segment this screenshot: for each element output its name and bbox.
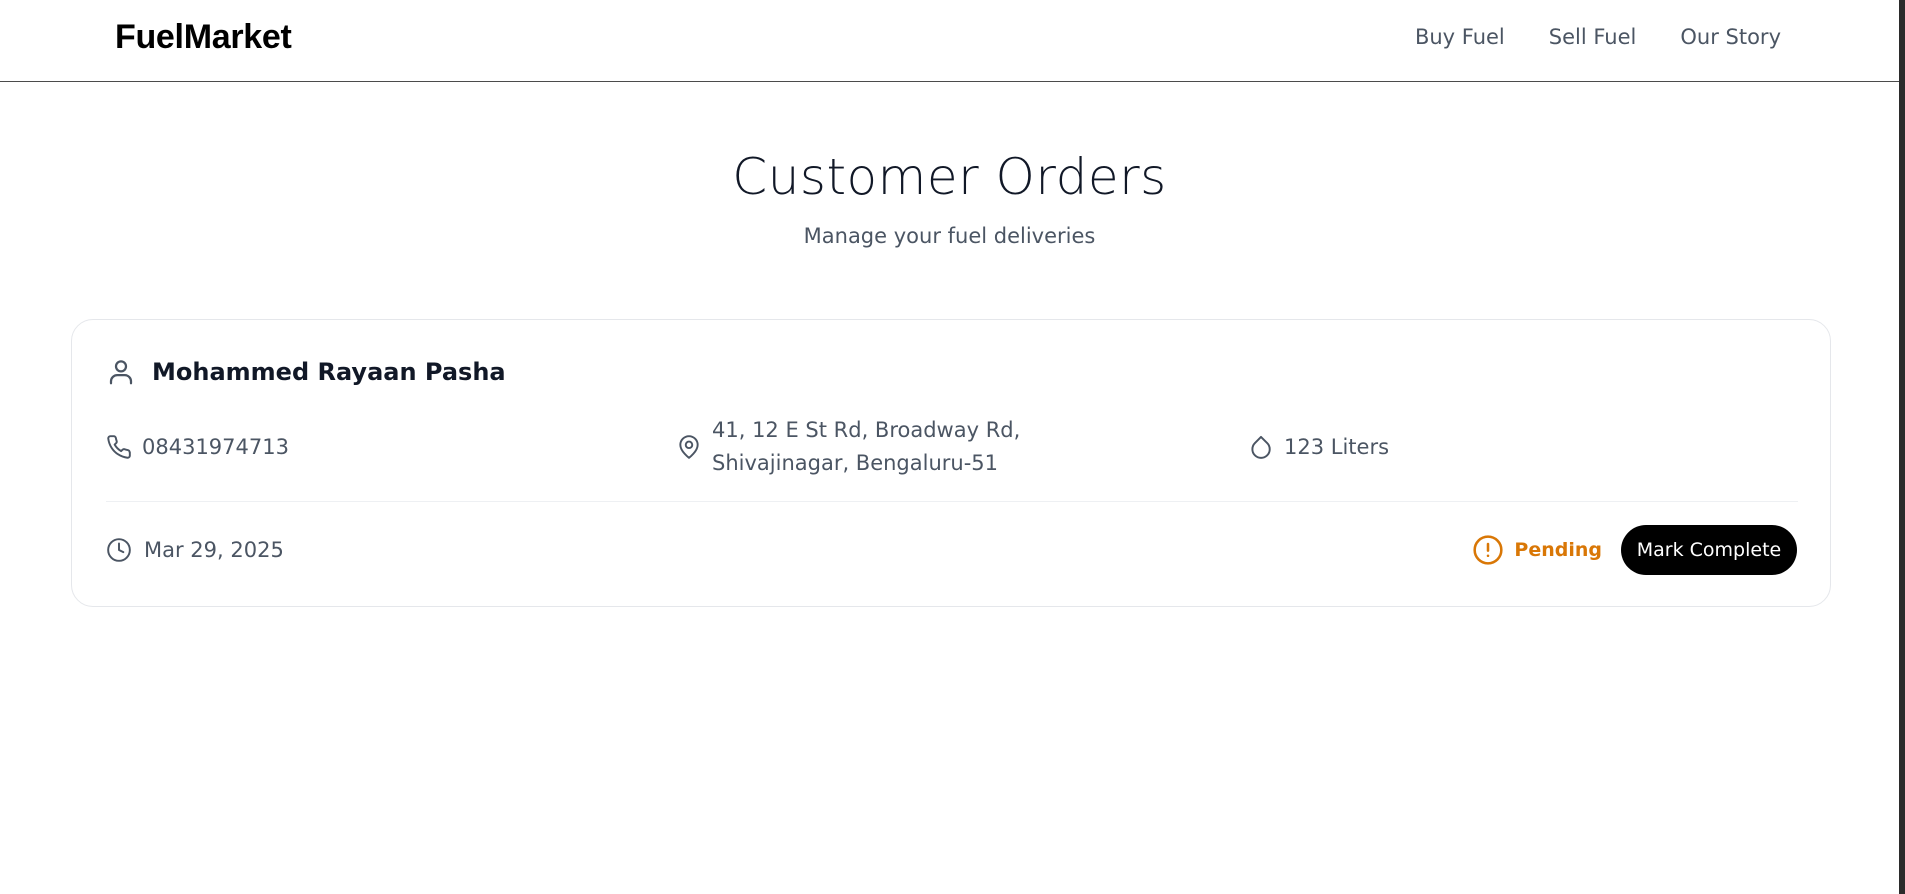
phone-icon (106, 434, 132, 460)
nav-link-sell-fuel[interactable]: Sell Fuel (1549, 25, 1637, 49)
droplet-icon (1248, 433, 1274, 461)
map-pin-icon (676, 433, 702, 461)
delivery-address: 41, 12 E St Rd, Broadway Rd, Shivajinaga… (712, 418, 1021, 475)
quantity-info: 123 Liters (1248, 414, 1389, 480)
page-title: Customer Orders (732, 148, 1167, 206)
clock-icon (106, 537, 132, 563)
order-card: Mohammed Rayaan Pasha 08431974713 41, 12… (71, 319, 1831, 607)
status-badge: Pending (1472, 530, 1602, 570)
alert-circle-icon (1472, 534, 1504, 566)
phone-number: 08431974713 (142, 434, 289, 459)
customer-name: Mohammed Rayaan Pasha (152, 358, 506, 386)
page-subtitle: Manage your fuel deliveries (803, 224, 1096, 248)
nav-link-buy-fuel[interactable]: Buy Fuel (1415, 25, 1505, 49)
navbar: FuelMarket Buy Fuel Sell Fuel Our Story (0, 0, 1899, 82)
phone-info: 08431974713 (106, 414, 289, 480)
brand-logo[interactable]: FuelMarket (115, 18, 292, 57)
mark-complete-button[interactable]: Mark Complete (1621, 525, 1797, 575)
nav-link-our-story[interactable]: Our Story (1680, 25, 1781, 49)
window-edge (1899, 0, 1905, 894)
card-divider (106, 501, 1798, 502)
fuel-quantity: 123 Liters (1284, 434, 1390, 459)
order-date-info: Mar 29, 2025 (106, 530, 284, 570)
status-text: Pending (1514, 539, 1602, 561)
order-date: Mar 29, 2025 (144, 537, 284, 562)
user-icon (106, 356, 136, 388)
address-info: 41, 12 E St Rd, Broadway Rd, Shivajinaga… (676, 414, 1132, 480)
nav-links: Buy Fuel Sell Fuel Our Story (1415, 25, 1781, 49)
customer-row: Mohammed Rayaan Pasha (106, 356, 506, 388)
order-info-row: 08431974713 41, 12 E St Rd, Broadway Rd,… (106, 414, 1806, 480)
